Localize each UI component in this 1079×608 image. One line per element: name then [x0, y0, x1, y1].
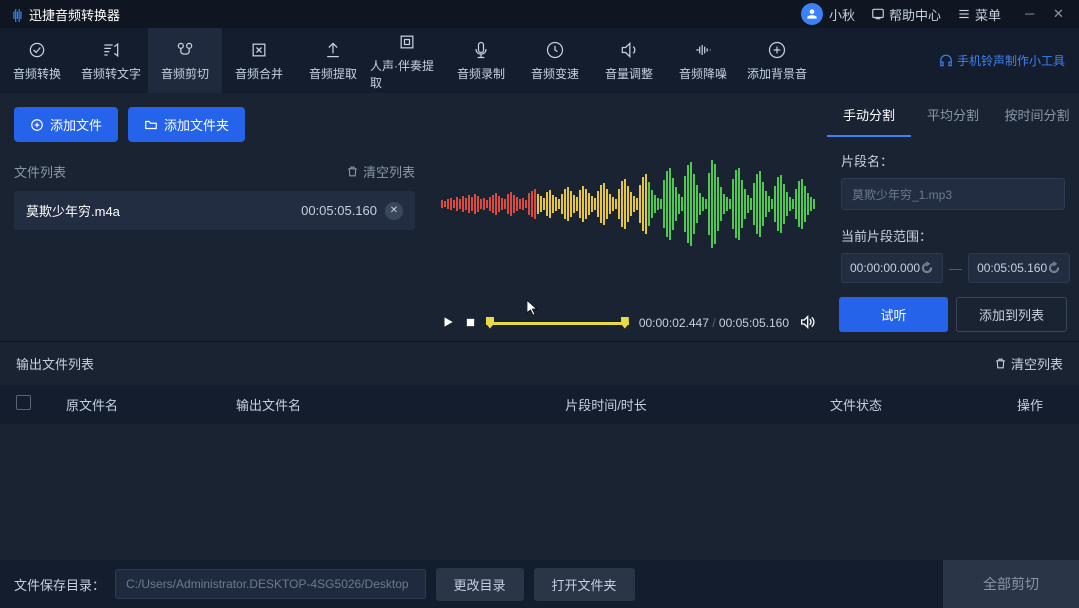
- remove-file-button[interactable]: ✕: [385, 202, 403, 220]
- trash-icon: [346, 165, 359, 178]
- menu-icon: [957, 7, 971, 21]
- tab-manual-split[interactable]: 手动分割: [827, 93, 911, 137]
- tab-2[interactable]: 音频剪切: [148, 28, 222, 93]
- tab-icon: [471, 39, 491, 61]
- tab-icon: [175, 39, 195, 61]
- ringtone-tool-link[interactable]: 手机铃声制作小工具: [939, 52, 1065, 69]
- col-segment-time: 片段时间/时长: [456, 395, 756, 414]
- stop-button[interactable]: [465, 316, 476, 331]
- folder-icon: [144, 118, 158, 132]
- preview-button[interactable]: 试听: [839, 297, 948, 332]
- volume-button[interactable]: [799, 314, 815, 333]
- output-list-header: 输出文件列表: [16, 354, 94, 373]
- refresh-icon: [920, 261, 934, 275]
- close-button[interactable]: ✕: [1053, 6, 1067, 22]
- col-original-name: 原文件名: [66, 395, 236, 414]
- tab-1[interactable]: 音频转文字: [74, 28, 148, 93]
- help-center-link[interactable]: 帮助中心: [871, 5, 941, 24]
- plus-circle-icon: [30, 118, 44, 132]
- tab-icon: [693, 39, 713, 61]
- split-settings-panel: 手动分割 平均分割 按时间分割 片段名： 当前片段范围： 00:00:00.00…: [827, 93, 1079, 341]
- tab-10[interactable]: 添加背景音: [740, 28, 814, 93]
- open-folder-button[interactable]: 打开文件夹: [534, 568, 635, 601]
- change-dir-button[interactable]: 更改目录: [436, 568, 524, 601]
- add-folder-button[interactable]: 添加文件夹: [128, 107, 245, 142]
- segment-name-input[interactable]: [841, 178, 1065, 210]
- tab-7[interactable]: 音频变速: [518, 28, 592, 93]
- range-handle-start[interactable]: [486, 317, 494, 329]
- tab-3[interactable]: 音频合并: [222, 28, 296, 93]
- file-item[interactable]: 莫欺少年穷.m4a 00:05:05.160 ✕: [14, 191, 415, 230]
- tab-icon: [619, 39, 639, 61]
- file-list-panel: 添加文件 添加文件夹 文件列表 清空列表 莫欺少年穷.m4a 00:05:05.…: [0, 93, 429, 341]
- tab-icon: [397, 31, 417, 53]
- col-status: 文件状态: [756, 395, 956, 414]
- tab-time-split[interactable]: 按时间分割: [995, 93, 1079, 137]
- col-action: 操作: [956, 395, 1063, 414]
- add-file-button[interactable]: 添加文件: [14, 107, 118, 142]
- headphone-icon: [939, 54, 953, 68]
- help-icon: [871, 7, 885, 21]
- add-to-list-button[interactable]: 添加到列表: [956, 297, 1067, 332]
- minimize-button[interactable]: ─: [1025, 6, 1039, 22]
- save-path-input[interactable]: [115, 569, 425, 599]
- menu-button[interactable]: 菜单: [957, 5, 1001, 24]
- segment-name-label: 片段名：: [841, 151, 1065, 170]
- segment-range-label: 当前片段范围：: [841, 226, 1065, 245]
- tab-0[interactable]: 音频转换: [0, 28, 74, 93]
- tab-5[interactable]: 人声·伴奏提取: [370, 28, 444, 93]
- refresh-icon: [1047, 261, 1061, 275]
- timeline-slider[interactable]: [486, 313, 629, 333]
- output-table-header: 原文件名 输出文件名 片段时间/时长 文件状态 操作: [0, 385, 1079, 424]
- app-title: 迅捷音频转换器: [29, 5, 120, 24]
- avatar-icon: [801, 3, 823, 25]
- col-output-name: 输出文件名: [236, 395, 456, 414]
- clear-output-list-button[interactable]: 清空列表: [994, 354, 1063, 373]
- tab-icon: [545, 39, 565, 61]
- current-time: 00:00:02.447: [639, 316, 709, 330]
- titlebar: ı|ı|ı 迅捷音频转换器 小秋 帮助中心 菜单 ─ ✕: [0, 0, 1079, 28]
- username: 小秋: [829, 5, 855, 24]
- range-handle-end[interactable]: [621, 317, 629, 329]
- waveform-display[interactable]: [429, 93, 827, 305]
- range-start-input[interactable]: 00:00:00.000: [841, 253, 943, 283]
- tab-6[interactable]: 音频录制: [444, 28, 518, 93]
- file-list-header: 文件列表: [14, 162, 66, 181]
- app-logo-icon: ı|ı|ı: [12, 6, 21, 22]
- save-dir-label: 文件保存目录：: [14, 575, 105, 594]
- tab-9[interactable]: 音频降噪: [666, 28, 740, 93]
- file-duration: 00:05:05.160: [301, 203, 377, 218]
- tab-icon: [767, 39, 787, 61]
- tab-icon: [249, 39, 269, 61]
- tab-icon: [27, 39, 47, 61]
- range-end-input[interactable]: 00:05:05.160: [968, 253, 1070, 283]
- tab-icon: [323, 39, 343, 61]
- select-all-checkbox[interactable]: [16, 395, 31, 410]
- trash-icon: [994, 357, 1007, 370]
- cut-all-button[interactable]: 全部剪切: [943, 560, 1079, 608]
- tab-8[interactable]: 音量调整: [592, 28, 666, 93]
- user-area[interactable]: 小秋: [801, 3, 855, 25]
- waveform-panel: 00:00:02.447 / 00:05:05.160: [429, 93, 827, 341]
- output-section: 输出文件列表 清空列表 原文件名 输出文件名 片段时间/时长 文件状态 操作: [0, 341, 1079, 584]
- total-time: 00:05:05.160: [719, 316, 789, 330]
- file-name: 莫欺少年穷.m4a: [26, 201, 120, 220]
- play-button[interactable]: [441, 315, 455, 332]
- footer: 文件保存目录： 更改目录 打开文件夹 全部剪切: [0, 560, 1079, 608]
- clear-file-list-button[interactable]: 清空列表: [346, 162, 415, 181]
- tab-average-split[interactable]: 平均分割: [911, 93, 995, 137]
- tab-icon: [101, 39, 121, 61]
- main-tabbar: 音频转换音频转文字音频剪切音频合并音频提取人声·伴奏提取音频录制音频变速音量调整…: [0, 28, 1079, 93]
- tab-4[interactable]: 音频提取: [296, 28, 370, 93]
